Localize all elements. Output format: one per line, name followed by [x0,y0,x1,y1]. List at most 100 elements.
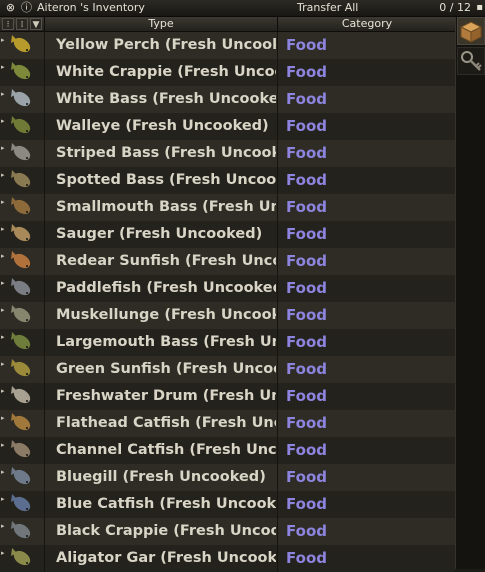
fish-icon [11,251,31,269]
item-category: Food [277,194,455,221]
item-category: Food [277,383,455,410]
item-category: Food [277,86,455,113]
fish-icon [11,413,31,431]
item-category: Food [277,491,455,518]
item-category: Food [277,545,455,572]
inventory-row[interactable]: ▸ White Bass (Fresh Uncooked) Food [0,86,455,113]
item-name: Muskellunge (Fresh Uncooked) [44,302,276,329]
item-category: Food [277,221,455,248]
expand-arrow-icon[interactable]: ▸ [1,549,5,557]
expand-arrow-icon[interactable]: ▸ [1,306,5,314]
item-name: Aligator Gar (Fresh Uncooked) [44,545,276,572]
expand-arrow-icon[interactable]: ▸ [1,468,5,476]
sort-toggle-icon[interactable]: ⁞ [16,18,28,30]
item-name: Sauger (Fresh Uncooked) [44,221,276,248]
inventory-row[interactable]: ▸ Flathead Catfish (Fresh Uncooked)Food [0,410,455,437]
info-icon[interactable]: ⓘ [20,1,33,14]
inventory-row[interactable]: ▸ Green Sunfish (Fresh Uncooked)Food [0,356,455,383]
item-category: Food [277,167,455,194]
inventory-row[interactable]: ▸ Freshwater Drum (Fresh Uncooked)Food [0,383,455,410]
fish-icon [11,548,31,566]
item-name: Walleye (Fresh Uncooked) [44,113,276,140]
expand-arrow-icon[interactable]: ▸ [1,441,5,449]
fish-icon [11,305,31,323]
window-titlebar: ⊗ ⓘ Aiteron 's Inventory Transfer All 0 … [0,0,485,17]
fish-icon [11,224,31,242]
inventory-row[interactable]: ▸ Redear Sunfish (Fresh Uncooked)Food [0,248,455,275]
item-category: Food [277,329,455,356]
inventory-row[interactable]: ▸ Blue Catfish (Fresh Uncooked)Food [0,491,455,518]
item-category: Food [277,275,455,302]
item-category: Food [277,356,455,383]
fish-icon [11,332,31,350]
fish-icon [11,494,31,512]
header-controls: ⁝ ⁞ ▼ [0,17,44,31]
item-name: Freshwater Drum (Fresh Uncooked) [44,383,276,410]
item-name: Yellow Perch (Fresh Uncooked) [44,32,276,59]
item-category: Food [277,437,455,464]
expand-arrow-icon[interactable]: ▸ [1,90,5,98]
close-icon[interactable]: ⊗ [4,1,17,14]
inventory-row[interactable]: ▸ Walleye (Fresh Uncooked) Food [0,113,455,140]
item-category: Food [277,59,455,86]
expand-arrow-icon[interactable]: ▸ [1,414,5,422]
transfer-all-button[interactable]: Transfer All [297,1,358,15]
column-header-category[interactable]: Category [277,17,456,31]
inventory-row[interactable]: ▸ Largemouth Bass (Fresh Uncooked)Food [0,329,455,356]
column-header-type[interactable]: Type [44,17,277,31]
item-name: Green Sunfish (Fresh Uncooked) [44,356,276,383]
fish-icon [11,386,31,404]
fish-icon [11,170,31,188]
inventory-row[interactable]: ▸ Paddlefish (Fresh Uncooked) Food [0,275,455,302]
item-name: Channel Catfish (Fresh Uncooked) [44,437,276,464]
expand-arrow-icon[interactable]: ▸ [1,117,5,125]
inventory-list: ▸Yellow Perch (Fresh Uncooked)Food▸White… [0,32,455,572]
expand-arrow-icon[interactable]: ▸ [1,225,5,233]
keyring-icon[interactable] [457,47,485,75]
inventory-row[interactable]: ▸ Smallmouth Bass (Fresh Uncooked)Food [0,194,455,221]
item-name: Blue Catfish (Fresh Uncooked) [44,491,276,518]
container-sidebar [455,17,485,569]
expand-arrow-icon[interactable]: ▸ [1,333,5,341]
inventory-row[interactable]: ▸ Sauger (Fresh Uncooked) Food [0,221,455,248]
item-category: Food [277,302,455,329]
item-category: Food [277,140,455,167]
expand-arrow-icon[interactable]: ▸ [1,144,5,152]
inventory-row[interactable]: ▸ Muskellunge (Fresh Uncooked)Food [0,302,455,329]
expand-arrow-icon[interactable]: ▸ [1,171,5,179]
collapse-icon[interactable]: ▪ [476,1,483,15]
expand-arrow-icon[interactable]: ▸ [1,495,5,503]
inventory-row[interactable]: ▸ Black Crappie (Fresh Uncooked)Food [0,518,455,545]
expand-arrow-icon[interactable]: ▸ [1,198,5,206]
inventory-row[interactable]: ▸ White Crappie (Fresh Uncooked)Food [0,59,455,86]
expand-arrow-icon[interactable]: ▸ [1,36,5,44]
expand-arrow-icon[interactable]: ▸ [1,522,5,530]
item-name: Largemouth Bass (Fresh Uncooked) [44,329,276,356]
expand-arrow-icon[interactable]: ▸ [1,387,5,395]
box-icon[interactable] [457,17,485,45]
inventory-row[interactable]: ▸ Spotted Bass (Fresh Uncooked)Food [0,167,455,194]
fish-icon [11,521,31,539]
expand-arrow-icon[interactable]: ▸ [1,360,5,368]
fish-icon [11,143,31,161]
expand-arrow-icon[interactable]: ▸ [1,252,5,260]
expand-toggle-icon[interactable]: ⁝ [2,18,14,30]
inventory-row[interactable]: ▸ Yellow Perch (Fresh Uncooked)Food [0,32,455,59]
expand-arrow-icon[interactable]: ▸ [1,279,5,287]
inventory-row[interactable]: ▸ Aligator Gar (Fresh Uncooked)Food [0,545,455,572]
inventory-row[interactable]: ▸ Bluegill (Fresh Uncooked) Food [0,464,455,491]
expand-arrow-icon[interactable]: ▸ [1,63,5,71]
item-category: Food [277,113,455,140]
item-name: Redear Sunfish (Fresh Uncooked) [44,248,276,275]
item-name: Striped Bass (Fresh Uncooked) [44,140,276,167]
fish-icon [11,467,31,485]
fish-icon [11,116,31,134]
item-category: Food [277,518,455,545]
item-name: White Bass (Fresh Uncooked) [44,86,276,113]
window-title: Aiteron 's Inventory [37,1,145,14]
inventory-row[interactable]: ▸ Striped Bass (Fresh Uncooked)Food [0,140,455,167]
inventory-row[interactable]: ▸ Channel Catfish (Fresh Uncooked)Food [0,437,455,464]
filter-icon[interactable]: ▼ [30,18,42,30]
fish-icon [11,89,31,107]
item-category: Food [277,32,455,59]
